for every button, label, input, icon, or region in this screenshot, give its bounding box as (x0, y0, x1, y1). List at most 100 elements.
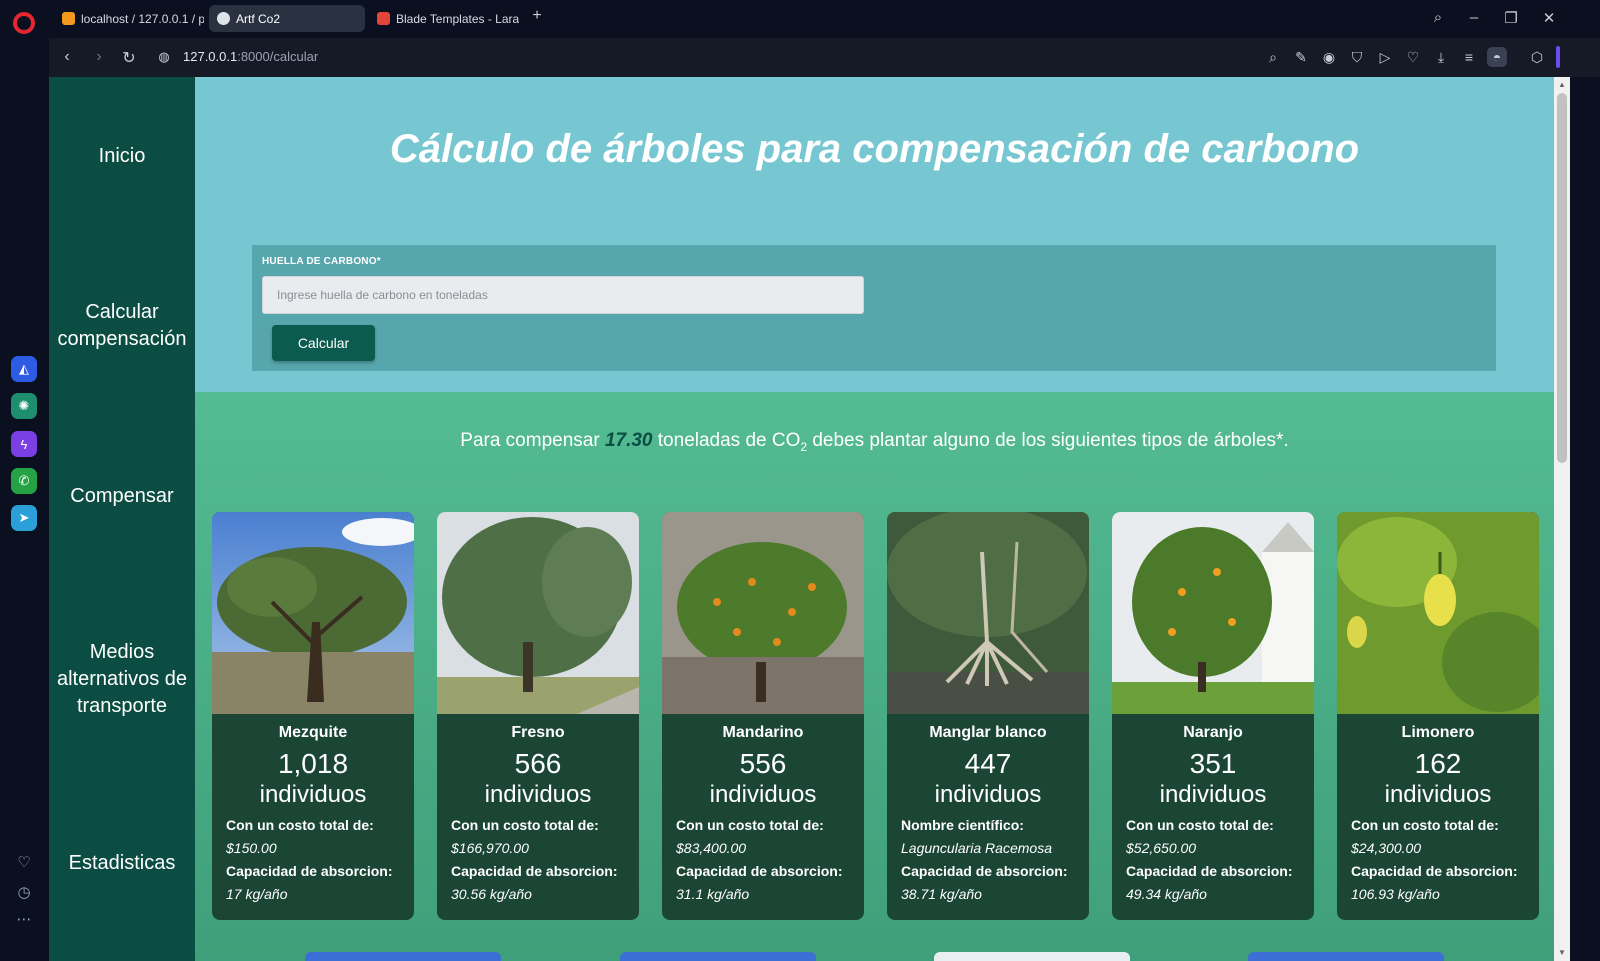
tree-count: 566 (514, 748, 562, 779)
url-path: :8000/calcular (237, 49, 319, 64)
next-row-button[interactable] (1248, 952, 1444, 961)
history-clock-icon[interactable]: ◷ (14, 883, 34, 903)
search-tabs-icon[interactable]: ⌕ (1428, 9, 1448, 26)
messenger-icon[interactable]: ϟ (11, 431, 37, 457)
whatsapp-icon[interactable]: ✆ (11, 468, 37, 494)
mezquite-photo (212, 512, 414, 714)
globe-favicon-icon (217, 12, 230, 25)
page-scrollbar[interactable]: ▲ ▼ (1554, 77, 1570, 961)
download-icon[interactable]: ⤓ (1431, 47, 1451, 67)
browser-window: ◭ ✺ ϟ ✆ ➤ ♡ ◷ ⋯ localhost / 127.0.0.1 / … (0, 0, 1600, 961)
tree-label-1: Nombre científico: (901, 817, 1024, 833)
chatgpt-icon[interactable]: ✺ (11, 393, 37, 419)
site-info-globe-icon[interactable]: ◍ (154, 49, 174, 65)
tab-label: Artf Co2 (236, 11, 281, 26)
tree-card: Manglar blanco 447 individuos Nombre cie… (887, 512, 1089, 920)
sidebar-item-transporte[interactable]: Medios alternativos de transporte (49, 639, 195, 720)
calculator-section: Cálculo de árboles para compensación de … (195, 77, 1554, 392)
site-sidebar: Inicio Calcular compensación Compensar M… (49, 77, 195, 961)
result-prefix: Para compensar (460, 430, 600, 451)
close-icon[interactable]: ✕ (1539, 9, 1559, 27)
tree-label-2: Capacidad de absorcion: (1126, 863, 1293, 879)
minimize-icon[interactable]: – (1464, 9, 1484, 26)
carbon-footprint-label: HUELLA DE CARBONO* (262, 256, 381, 267)
tree-label-2: Capacidad de absorcion: (451, 863, 618, 879)
sidebar-item-inicio[interactable]: Inicio (49, 143, 195, 170)
tab-strip: localhost / 127.0.0.1 / por Artf Co2 Bla… (49, 0, 1600, 38)
back-icon[interactable]: ‹ (57, 48, 77, 66)
tree-name: Naranjo (1183, 724, 1243, 741)
aria-ai-icon[interactable]: ◭ (11, 356, 37, 382)
scroll-down-icon[interactable]: ▼ (1554, 948, 1570, 957)
tab-artf-co2[interactable]: Artf Co2 (209, 5, 365, 32)
tree-value-2: 38.71 kg/año (901, 886, 982, 902)
tree-value-1: $83,400.00 (676, 840, 747, 856)
tree-value-1: Laguncularia Racemosa (901, 840, 1052, 856)
result-middle: toneladas de CO (657, 430, 801, 451)
camera-icon[interactable]: ◉ (1319, 47, 1339, 67)
next-row-button[interactable] (305, 952, 501, 961)
restore-icon[interactable]: ❐ (1501, 9, 1521, 27)
plus-icon[interactable]: + (527, 7, 547, 25)
next-row-button[interactable] (934, 952, 1130, 961)
scroll-thumb[interactable] (1557, 93, 1567, 463)
accent-bar (1556, 46, 1560, 68)
more-dots-icon[interactable]: ⋯ (14, 910, 34, 930)
url-field[interactable]: 127.0.0.1:8000/calcular (183, 49, 318, 64)
tree-unit: individuos (934, 781, 1042, 808)
tree-label-2: Capacidad de absorcion: (1351, 863, 1518, 879)
tree-unit: individuos (484, 781, 592, 808)
result-summary: Para compensar 17.30 toneladas de CO2 de… (195, 430, 1554, 454)
tree-count: 162 (1414, 748, 1462, 779)
heart-bookmark-icon[interactable]: ♡ (1403, 47, 1423, 67)
send-icon[interactable]: ▷ (1375, 47, 1395, 67)
extensions-cube-icon[interactable]: ⬡ (1527, 47, 1547, 67)
address-bar: ‹ › ↻ ◍ 127.0.0.1:8000/calcular ⌕ ✎ ◉ ⛉ … (49, 38, 1600, 77)
result-suffix: debes plantar alguno de los siguientes t… (812, 430, 1289, 451)
results-section: Para compensar 17.30 toneladas de CO2 de… (195, 392, 1554, 961)
tree-label-2: Capacidad de absorcion: (226, 863, 393, 879)
sidebar-item-calcular[interactable]: Calcular compensación (49, 299, 195, 353)
tree-value-2: 31.1 kg/año (676, 886, 750, 902)
tree-name: Mandarino (722, 724, 804, 741)
result-tons: 17.30 (604, 430, 653, 451)
telegram-icon[interactable]: ➤ (11, 505, 37, 531)
reload-icon[interactable]: ↻ (119, 48, 139, 68)
sidebar-item-estadisticas[interactable]: Estadisticas (49, 850, 195, 877)
profile-icon[interactable]: ◓ (1487, 47, 1507, 67)
forward-icon[interactable]: › (89, 48, 109, 66)
tab-phpmyadmin[interactable]: localhost / 127.0.0.1 / por (54, 5, 204, 32)
tab-label: Blade Templates - Laravel (396, 11, 519, 26)
tree-card: Mandarino 556 individuos Con un costo to… (662, 512, 864, 920)
edit-icon[interactable]: ✎ (1291, 47, 1311, 67)
tree-label-1: Con un costo total de: (676, 817, 824, 833)
tree-value-2: 49.34 kg/año (1126, 886, 1207, 902)
tree-name: Mezquite (278, 724, 348, 741)
tree-unit: individuos (1384, 781, 1492, 808)
carbon-footprint-input[interactable] (262, 276, 864, 314)
web-page: Inicio Calcular compensación Compensar M… (49, 77, 1600, 961)
carbon-form: HUELLA DE CARBONO* Calcular (252, 245, 1496, 371)
next-row-button[interactable] (620, 952, 816, 961)
phpmyadmin-favicon-icon (62, 12, 75, 25)
mandarino-photo (662, 512, 864, 714)
tree-card: Limonero 162 individuos Con un costo tot… (1337, 512, 1539, 920)
sidebar-item-compensar[interactable]: Compensar (49, 483, 195, 510)
opera-sidebar: ◭ ✺ ϟ ✆ ➤ ♡ ◷ ⋯ (0, 0, 49, 961)
tree-label-1: Con un costo total de: (226, 817, 374, 833)
shield-icon[interactable]: ⛉ (1347, 47, 1367, 67)
calcular-button[interactable]: Calcular (272, 325, 375, 361)
tree-value-2: 17 kg/año (226, 886, 288, 902)
tree-card: Mezquite 1,018 individuos Con un costo t… (212, 512, 414, 920)
tab-blade-templates[interactable]: Blade Templates - Laravel (369, 5, 519, 32)
co2-subscript: 2 (800, 439, 808, 454)
tree-value-2: 106.93 kg/año (1351, 886, 1440, 902)
heart-icon[interactable]: ♡ (14, 853, 34, 873)
url-host: 127.0.0.1 (183, 49, 238, 64)
opera-logo-icon[interactable] (13, 12, 35, 34)
tree-value-1: $52,650.00 (1126, 840, 1197, 856)
menu-icon[interactable]: ≡ (1459, 47, 1479, 67)
zoom-search-icon[interactable]: ⌕ (1263, 47, 1283, 67)
scroll-up-icon[interactable]: ▲ (1554, 80, 1570, 89)
tree-count: 351 (1189, 748, 1237, 779)
